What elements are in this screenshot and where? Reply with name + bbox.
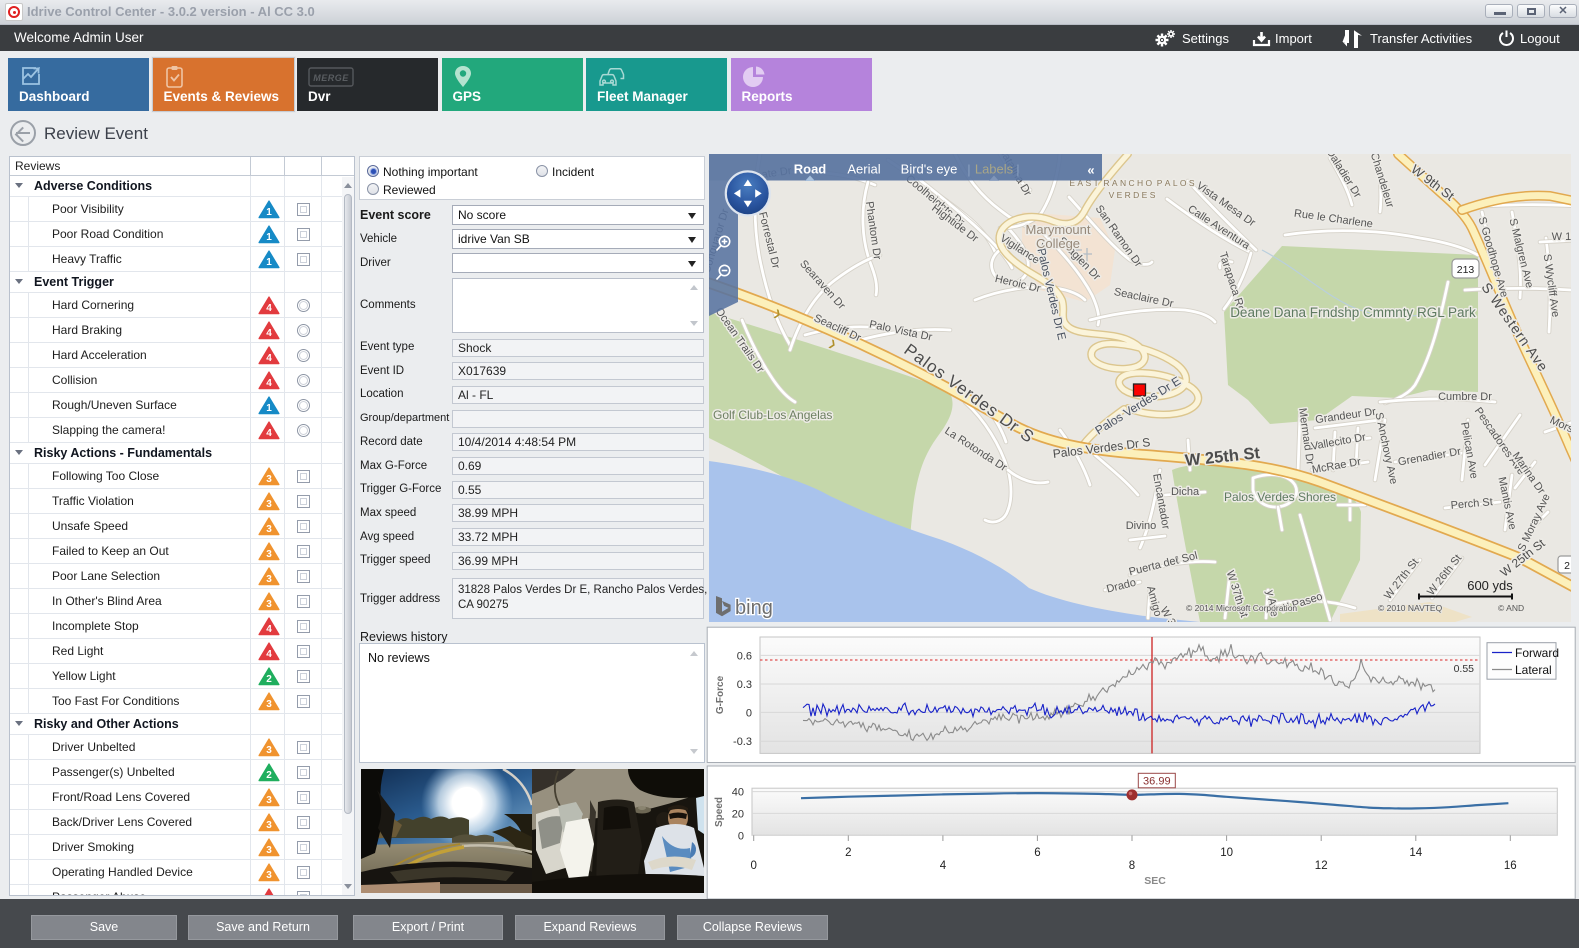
svg-text:3: 3 — [266, 574, 272, 585]
svg-text:Bird's eye: Bird's eye — [901, 162, 958, 177]
svg-text:-0.3: -0.3 — [733, 736, 752, 748]
svg-text:0: 0 — [746, 707, 752, 719]
svg-text:Dicha: Dicha — [1171, 486, 1200, 498]
svg-text:4: 4 — [266, 624, 272, 635]
svg-text:36.99: 36.99 — [1143, 776, 1171, 788]
svg-text:1: 1 — [266, 403, 272, 414]
svg-text:1: 1 — [266, 257, 272, 268]
svg-text:12: 12 — [1315, 860, 1328, 872]
svg-text:2: 2 — [266, 770, 272, 781]
svg-text:W 10t: W 10t — [1552, 231, 1571, 243]
svg-text:3: 3 — [266, 599, 272, 610]
svg-text:20: 20 — [732, 808, 744, 820]
svg-text:0: 0 — [738, 830, 744, 842]
svg-text:14: 14 — [1409, 847, 1422, 859]
svg-text:|: | — [1016, 162, 1019, 177]
svg-text:Road: Road — [794, 162, 827, 177]
svg-text:40: 40 — [732, 787, 744, 799]
svg-text:3: 3 — [266, 524, 272, 535]
svg-text:Golf Club-Los Angelas: Golf Club-Los Angelas — [713, 408, 832, 422]
svg-text:4: 4 — [266, 303, 272, 314]
svg-text:2: 2 — [845, 847, 851, 859]
svg-text:1: 1 — [266, 207, 272, 218]
svg-text:4: 4 — [940, 860, 947, 872]
svg-text:Deane Dana Frndshp Cmmnty RGL: Deane Dana Frndshp Cmmnty RGL Park — [1230, 305, 1476, 320]
svg-text:0.55: 0.55 — [1454, 663, 1475, 675]
svg-text:Lateral: Lateral — [1515, 663, 1552, 677]
svg-text:© 2014 Microsoft Corporation: © 2014 Microsoft Corporation — [1186, 603, 1297, 613]
svg-text:3: 3 — [266, 870, 272, 881]
svg-text:Forward: Forward — [1515, 646, 1559, 660]
svg-text:Divino: Divino — [1126, 520, 1157, 532]
svg-text:6: 6 — [1034, 847, 1040, 859]
svg-text:MERGE: MERGE — [313, 73, 349, 83]
svg-text:3: 3 — [266, 474, 272, 485]
svg-text:G-Force: G-Force — [715, 675, 726, 714]
svg-text:«: « — [1087, 163, 1094, 178]
svg-text:Marymount: Marymount — [1025, 222, 1090, 237]
svg-text:Labels: Labels — [975, 162, 1014, 177]
svg-text:2: 2 — [1564, 560, 1570, 572]
svg-text:Speed: Speed — [714, 797, 725, 827]
svg-text:Cumbre Dr: Cumbre Dr — [1438, 391, 1492, 403]
svg-text:3: 3 — [266, 549, 272, 560]
svg-text:213: 213 — [1457, 264, 1475, 276]
svg-text:4: 4 — [266, 649, 272, 660]
svg-text:bing: bing — [735, 597, 773, 619]
svg-text:© AND: © AND — [1498, 603, 1524, 613]
svg-text:0: 0 — [750, 860, 756, 872]
svg-text:4: 4 — [266, 428, 272, 439]
svg-text:4: 4 — [266, 378, 272, 389]
svg-text:SEC: SEC — [1144, 875, 1166, 887]
svg-text:4: 4 — [266, 328, 272, 339]
svg-text:V E R D E S: V E R D E S — [1109, 190, 1156, 200]
svg-text:2: 2 — [266, 674, 272, 685]
svg-text:Aerial: Aerial — [847, 162, 880, 177]
svg-text:3: 3 — [266, 845, 272, 856]
svg-text:College: College — [1036, 236, 1080, 251]
svg-text:10: 10 — [1220, 847, 1233, 859]
svg-text:3: 3 — [266, 795, 272, 806]
svg-text:Palos Verdes Shores: Palos Verdes Shores — [1224, 490, 1336, 504]
svg-text:3: 3 — [266, 699, 272, 710]
svg-text:|: | — [967, 162, 970, 177]
svg-text:4: 4 — [266, 353, 272, 364]
svg-text:1: 1 — [266, 232, 272, 243]
svg-text:3: 3 — [266, 499, 272, 510]
svg-text:0.6: 0.6 — [737, 650, 752, 662]
svg-text:3: 3 — [266, 820, 272, 831]
svg-text:16: 16 — [1504, 860, 1517, 872]
svg-text:8: 8 — [1129, 860, 1135, 872]
svg-text:4: 4 — [266, 895, 272, 896]
svg-text:© 2010 NAVTEQ: © 2010 NAVTEQ — [1378, 603, 1443, 613]
svg-text:0.3: 0.3 — [737, 679, 752, 691]
svg-text:600 yds: 600 yds — [1467, 578, 1513, 593]
svg-text:3: 3 — [266, 745, 272, 756]
